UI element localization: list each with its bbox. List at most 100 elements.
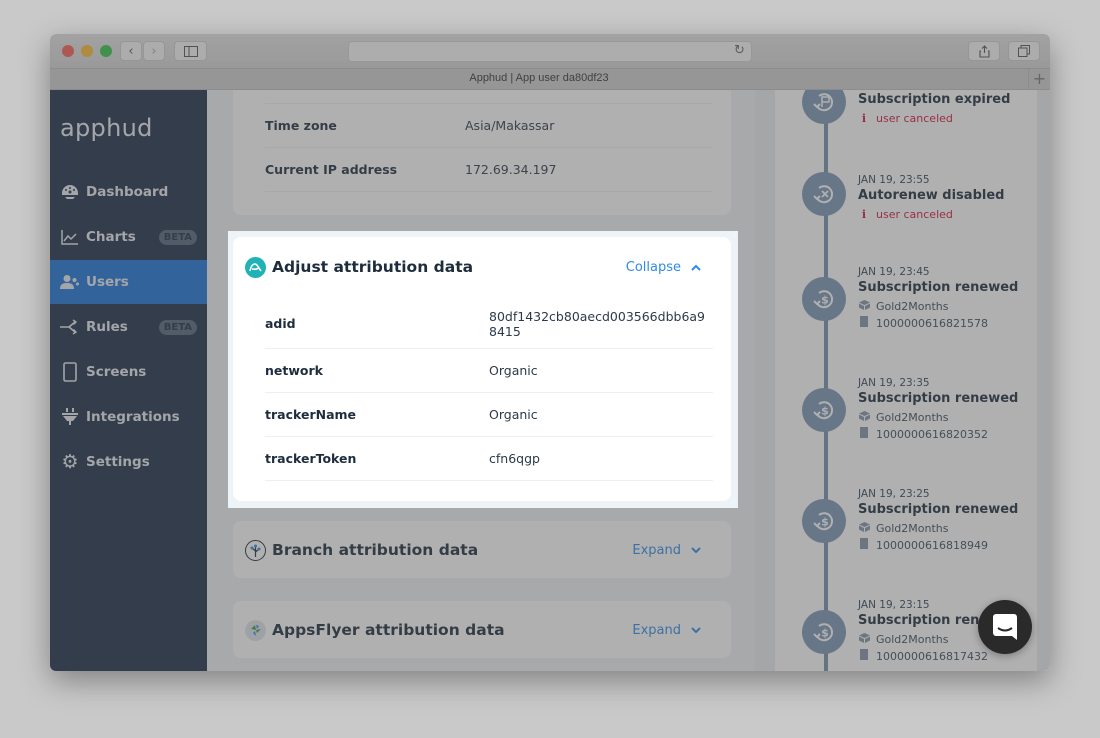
device-info-card: Language EN Time zone Asia/Makassar Curr…: [233, 90, 731, 215]
chat-icon: [993, 614, 1017, 640]
product-name: Gold2Months: [876, 522, 949, 535]
product-box-icon: [858, 522, 870, 535]
plug-icon: [60, 407, 80, 427]
minimize-window-button[interactable]: [81, 45, 93, 57]
zoom-window-button[interactable]: [100, 45, 112, 57]
attribution-value: 80df1432cb80aecd003566dbb6a98415: [489, 308, 706, 339]
page-content: apphud Dashboard Charts BETA Users Rules…: [50, 90, 1050, 671]
apphud-logo[interactable]: apphud: [60, 114, 153, 142]
line-chart-icon: [60, 227, 80, 247]
info-key: Current IP address: [265, 162, 398, 177]
sidebar-item-charts[interactable]: Charts BETA: [50, 215, 207, 259]
chevron-up-icon: [691, 261, 701, 274]
chat-launcher-button[interactable]: [978, 600, 1032, 654]
rules-branch-icon: [60, 317, 80, 337]
expand-button[interactable]: Expand: [632, 543, 701, 558]
back-button[interactable]: ‹: [120, 41, 142, 61]
collapse-button[interactable]: Collapse: [626, 260, 701, 275]
event-title: Autorenew disabled: [858, 188, 1005, 203]
share-icon: [978, 44, 990, 58]
timeline-panel: JAN 19, 23:55 Subscription expired i use…: [775, 90, 1037, 671]
product-name: Gold2Months: [876, 633, 949, 646]
sidebar-item-users[interactable]: Users: [50, 260, 207, 304]
card-title: Adjust attribution data: [272, 258, 474, 276]
renew-dollar-icon: $: [802, 388, 846, 432]
product-box-icon: [858, 633, 870, 646]
event-title: Subscription renewed: [858, 502, 1019, 517]
toggle-label: Expand: [632, 542, 681, 558]
appsflyer-card-header: AppsFlyer attribution data Expand: [245, 618, 715, 642]
timeline-event: JAN 19, 23:55 Subscription expired i use…: [858, 90, 1038, 125]
attribution-key: adid: [265, 316, 296, 331]
event-title: Subscription renewed: [858, 391, 1019, 406]
attribution-value: cfn6qgp: [489, 451, 540, 466]
forward-button[interactable]: ›: [143, 41, 165, 61]
info-key: Time zone: [265, 118, 337, 133]
product-box-icon: [858, 300, 870, 313]
info-row: Current IP address 172.69.34.197: [265, 148, 713, 192]
sidebar-item-screens[interactable]: Screens: [50, 350, 207, 394]
sidebar-item-rules[interactable]: Rules BETA: [50, 305, 207, 349]
svg-text:$: $: [821, 627, 829, 640]
share-button[interactable]: [968, 41, 1000, 61]
event-date: JAN 19, 23:35: [858, 377, 930, 389]
event-date: JAN 19, 23:55: [858, 174, 930, 186]
address-bar[interactable]: [348, 41, 752, 62]
beta-badge: BETA: [158, 319, 197, 335]
reason-text: user canceled: [876, 208, 953, 221]
tabs-overview-icon: [1018, 45, 1030, 57]
plus-icon: +: [1032, 69, 1047, 88]
renew-dollar-icon: $: [802, 499, 846, 543]
tab-strip: Apphud | App user da80df23 +: [50, 68, 1050, 90]
event-product: Gold2Months: [858, 411, 1038, 424]
info-icon: i: [861, 112, 867, 125]
attribution-row: adid 80df1432cb80aecd003566dbb6a98415: [265, 299, 713, 349]
adjust-attribution-card: Adjust attribution data Collapse adid 80…: [233, 237, 731, 501]
timeline-event: JAN 19, 23:25 Subscription renewed Gold2…: [858, 488, 1038, 552]
receipt-icon: [858, 649, 870, 663]
receipt-icon: [858, 316, 870, 330]
sidebar-item-label: Dashboard: [86, 184, 169, 200]
card-title: AppsFlyer attribution data: [272, 621, 505, 639]
active-tab-title[interactable]: Apphud | App user da80df23: [50, 72, 1028, 84]
sidebar-item-integrations[interactable]: Integrations: [50, 395, 207, 439]
gear-icon: ⚙: [61, 451, 79, 473]
event-transaction: 1000000616818949: [858, 538, 1038, 552]
timeline-event: JAN 19, 23:35 Subscription renewed Gold2…: [858, 377, 1038, 441]
attribution-key: trackerToken: [265, 451, 357, 466]
attribution-row: trackerName Organic: [265, 393, 713, 437]
sidebar: apphud Dashboard Charts BETA Users Rules…: [50, 90, 207, 671]
attribution-key: trackerName: [265, 407, 357, 422]
expand-button[interactable]: Expand: [632, 623, 701, 638]
users-icon: [60, 272, 80, 292]
event-product: Gold2Months: [858, 300, 1038, 313]
main-panel: Language EN Time zone Asia/Makassar Curr…: [207, 90, 755, 671]
browser-window: ‹ › ↻ Apphud | App user da80df23 + apphu…: [50, 34, 1050, 671]
expired-flag-icon: [802, 90, 846, 124]
renew-dollar-icon: $: [802, 277, 846, 321]
sidebar-item-label: Integrations: [86, 409, 180, 425]
transaction-id: 1000000616820352: [876, 427, 988, 441]
sidebar-item-settings[interactable]: ⚙ Settings: [50, 440, 207, 484]
event-date: JAN 19, 23:25: [858, 488, 930, 500]
branch-attribution-card: Branch attribution data Expand: [233, 521, 731, 578]
event-transaction: 1000000616820352: [858, 427, 1038, 441]
toggle-label: Expand: [632, 622, 681, 638]
sidebar-toggle-button[interactable]: [174, 41, 207, 61]
attribution-key: network: [265, 363, 323, 378]
timeline-event: JAN 19, 23:45 Subscription renewed Gold2…: [858, 266, 1038, 330]
show-tabs-button[interactable]: [1008, 41, 1040, 61]
new-tab-button[interactable]: +: [1028, 69, 1050, 90]
close-window-button[interactable]: [62, 45, 74, 57]
reason-text: user canceled: [876, 112, 953, 125]
sidebar-item-dashboard[interactable]: Dashboard: [50, 170, 207, 214]
timeline-event: JAN 19, 23:55 Autorenew disabled i user …: [858, 174, 1038, 221]
svg-text:$: $: [821, 405, 829, 418]
receipt-icon: [858, 538, 870, 552]
receipt-icon: [858, 427, 870, 441]
beta-badge: BETA: [158, 229, 197, 245]
phone-screen-icon: [60, 362, 80, 382]
appsflyer-logo-icon: [245, 619, 266, 641]
autorenew-off-icon: [802, 172, 846, 216]
info-row: Time zone Asia/Makassar: [265, 104, 713, 148]
